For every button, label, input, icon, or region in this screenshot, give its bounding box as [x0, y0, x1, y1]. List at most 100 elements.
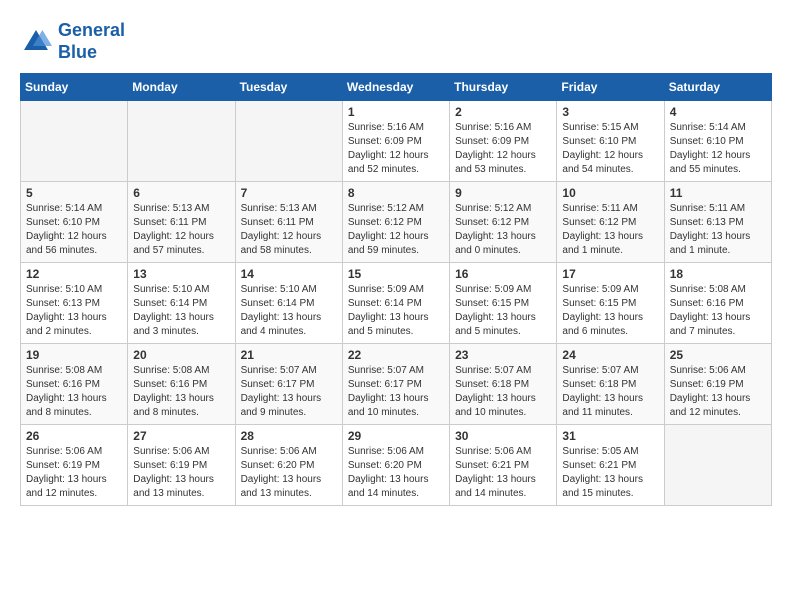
day-header-sunday: Sunday: [21, 74, 128, 101]
calendar-cell: 23 Sunrise: 5:07 AM Sunset: 6:18 PM Dayli…: [450, 344, 557, 425]
day-header-wednesday: Wednesday: [342, 74, 449, 101]
week-row-4: 19 Sunrise: 5:08 AM Sunset: 6:16 PM Dayli…: [21, 344, 772, 425]
day-header-monday: Monday: [128, 74, 235, 101]
day-number: 25: [670, 348, 766, 362]
day-info: Sunrise: 5:06 AM Sunset: 6:19 PM Dayligh…: [133, 445, 229, 501]
day-info: Sunrise: 5:06 AM Sunset: 6:19 PM Dayligh…: [670, 364, 766, 420]
week-row-2: 5 Sunrise: 5:14 AM Sunset: 6:10 PM Daylig…: [21, 182, 772, 263]
day-info: Sunrise: 5:07 AM Sunset: 6:18 PM Dayligh…: [455, 364, 551, 420]
calendar-cell: 14Sunrise: 5:10 AM Sunset: 6:14 PM Dayli…: [235, 263, 342, 344]
calendar-cell: 28 Sunrise: 5:06 AM Sunset: 6:20 PM Dayli…: [235, 425, 342, 506]
day-info: Sunrise: 5:16 AM Sunset: 6:09 PM Dayligh…: [348, 121, 444, 177]
day-info: Sunrise: 5:08 AM Sunset: 6:16 PM Dayligh…: [670, 283, 766, 339]
day-header-tuesday: Tuesday: [235, 74, 342, 101]
calendar-cell: 7 Sunrise: 5:13 AM Sunset: 6:11 PM Daylig…: [235, 182, 342, 263]
day-number: 19: [26, 348, 122, 362]
calendar-cell: 29 Sunrise: 5:06 AM Sunset: 6:20 PM Dayli…: [342, 425, 449, 506]
calendar-cell: 5 Sunrise: 5:14 AM Sunset: 6:10 PM Daylig…: [21, 182, 128, 263]
day-header-thursday: Thursday: [450, 74, 557, 101]
calendar-cell: 13 Sunrise: 5:10 AM Sunset: 6:14 PM Dayli…: [128, 263, 235, 344]
day-number: 23: [455, 348, 551, 362]
calendar-cell: [21, 101, 128, 182]
page-header: General Blue: [20, 20, 772, 63]
day-info: Sunrise: 5:05 AM Sunset: 6:21 PM Dayligh…: [562, 445, 658, 501]
calendar-cell: 21Sunrise: 5:07 AM Sunset: 6:17 PM Dayli…: [235, 344, 342, 425]
day-header-friday: Friday: [557, 74, 664, 101]
calendar-cell: 26 Sunrise: 5:06 AM Sunset: 6:19 PM Dayli…: [21, 425, 128, 506]
day-info: Sunrise: 5:07 AM Sunset: 6:18 PM Dayligh…: [562, 364, 658, 420]
day-info: Sunrise: 5:06 AM Sunset: 6:20 PM Dayligh…: [241, 445, 337, 501]
day-number: 14: [241, 267, 337, 281]
calendar-cell: 16 Sunrise: 5:09 AM Sunset: 6:15 PM Dayli…: [450, 263, 557, 344]
calendar-cell: 6 Sunrise: 5:13 AM Sunset: 6:11 PM Daylig…: [128, 182, 235, 263]
day-number: 1: [348, 105, 444, 119]
day-info: Sunrise: 5:15 AM Sunset: 6:10 PM Dayligh…: [562, 121, 658, 177]
day-number: 30: [455, 429, 551, 443]
day-info: Sunrise: 5:09 AM Sunset: 6:15 PM Dayligh…: [562, 283, 658, 339]
calendar-cell: 17 Sunrise: 5:09 AM Sunset: 6:15 PM Dayli…: [557, 263, 664, 344]
day-number: 20: [133, 348, 229, 362]
day-number: 7: [241, 186, 337, 200]
day-number: 29: [348, 429, 444, 443]
day-info: Sunrise: 5:13 AM Sunset: 6:11 PM Dayligh…: [133, 202, 229, 258]
day-number: 4: [670, 105, 766, 119]
day-number: 31: [562, 429, 658, 443]
day-info: Sunrise: 5:06 AM Sunset: 6:20 PM Dayligh…: [348, 445, 444, 501]
day-number: 5: [26, 186, 122, 200]
day-number: 8: [348, 186, 444, 200]
day-info: Sunrise: 5:11 AM Sunset: 6:12 PM Dayligh…: [562, 202, 658, 258]
day-info: Sunrise: 5:10 AM Sunset: 6:14 PM Dayligh…: [133, 283, 229, 339]
day-info: Sunrise: 5:08 AM Sunset: 6:16 PM Dayligh…: [26, 364, 122, 420]
calendar-cell: 3 Sunrise: 5:15 AM Sunset: 6:10 PM Daylig…: [557, 101, 664, 182]
day-number: 13: [133, 267, 229, 281]
day-info: Sunrise: 5:06 AM Sunset: 6:21 PM Dayligh…: [455, 445, 551, 501]
calendar-cell: 12Sunrise: 5:10 AM Sunset: 6:13 PM Dayli…: [21, 263, 128, 344]
day-number: 26: [26, 429, 122, 443]
day-number: 15: [348, 267, 444, 281]
day-number: 10: [562, 186, 658, 200]
day-number: 16: [455, 267, 551, 281]
week-row-5: 26 Sunrise: 5:06 AM Sunset: 6:19 PM Dayli…: [21, 425, 772, 506]
calendar-cell: 31 Sunrise: 5:05 AM Sunset: 6:21 PM Dayli…: [557, 425, 664, 506]
calendar-cell: 22Sunrise: 5:07 AM Sunset: 6:17 PM Dayli…: [342, 344, 449, 425]
day-number: 27: [133, 429, 229, 443]
day-info: Sunrise: 5:16 AM Sunset: 6:09 PM Dayligh…: [455, 121, 551, 177]
calendar-cell: 24 Sunrise: 5:07 AM Sunset: 6:18 PM Dayli…: [557, 344, 664, 425]
day-number: 24: [562, 348, 658, 362]
calendar-cell: 20 Sunrise: 5:08 AM Sunset: 6:16 PM Dayli…: [128, 344, 235, 425]
day-info: Sunrise: 5:09 AM Sunset: 6:14 PM Dayligh…: [348, 283, 444, 339]
calendar-cell: 19 Sunrise: 5:08 AM Sunset: 6:16 PM Dayli…: [21, 344, 128, 425]
day-info: Sunrise: 5:13 AM Sunset: 6:11 PM Dayligh…: [241, 202, 337, 258]
calendar-cell: 9Sunrise: 5:12 AM Sunset: 6:12 PM Daylig…: [450, 182, 557, 263]
day-header-saturday: Saturday: [664, 74, 771, 101]
day-number: 28: [241, 429, 337, 443]
day-info: Sunrise: 5:08 AM Sunset: 6:16 PM Dayligh…: [133, 364, 229, 420]
logo-icon: [20, 26, 52, 58]
day-number: 2: [455, 105, 551, 119]
calendar-cell: 8 Sunrise: 5:12 AM Sunset: 6:12 PM Daylig…: [342, 182, 449, 263]
day-info: Sunrise: 5:14 AM Sunset: 6:10 PM Dayligh…: [26, 202, 122, 258]
calendar-cell: 27 Sunrise: 5:06 AM Sunset: 6:19 PM Dayli…: [128, 425, 235, 506]
logo-text: General Blue: [58, 20, 125, 63]
header-row: SundayMondayTuesdayWednesdayThursdayFrid…: [21, 74, 772, 101]
week-row-3: 12Sunrise: 5:10 AM Sunset: 6:13 PM Dayli…: [21, 263, 772, 344]
day-number: 22: [348, 348, 444, 362]
day-number: 6: [133, 186, 229, 200]
calendar-cell: 11Sunrise: 5:11 AM Sunset: 6:13 PM Dayli…: [664, 182, 771, 263]
calendar-cell: [235, 101, 342, 182]
day-number: 3: [562, 105, 658, 119]
day-info: Sunrise: 5:06 AM Sunset: 6:19 PM Dayligh…: [26, 445, 122, 501]
day-number: 17: [562, 267, 658, 281]
calendar-cell: 1 Sunrise: 5:16 AM Sunset: 6:09 PM Daylig…: [342, 101, 449, 182]
calendar-cell: 30 Sunrise: 5:06 AM Sunset: 6:21 PM Dayli…: [450, 425, 557, 506]
logo: General Blue: [20, 20, 125, 63]
calendar-cell: 18 Sunrise: 5:08 AM Sunset: 6:16 PM Dayli…: [664, 263, 771, 344]
calendar-cell: 10 Sunrise: 5:11 AM Sunset: 6:12 PM Dayli…: [557, 182, 664, 263]
day-info: Sunrise: 5:07 AM Sunset: 6:17 PM Dayligh…: [241, 364, 337, 420]
day-info: Sunrise: 5:12 AM Sunset: 6:12 PM Dayligh…: [348, 202, 444, 258]
day-number: 11: [670, 186, 766, 200]
day-info: Sunrise: 5:09 AM Sunset: 6:15 PM Dayligh…: [455, 283, 551, 339]
day-info: Sunrise: 5:12 AM Sunset: 6:12 PM Dayligh…: [455, 202, 551, 258]
day-number: 18: [670, 267, 766, 281]
week-row-1: 1 Sunrise: 5:16 AM Sunset: 6:09 PM Daylig…: [21, 101, 772, 182]
